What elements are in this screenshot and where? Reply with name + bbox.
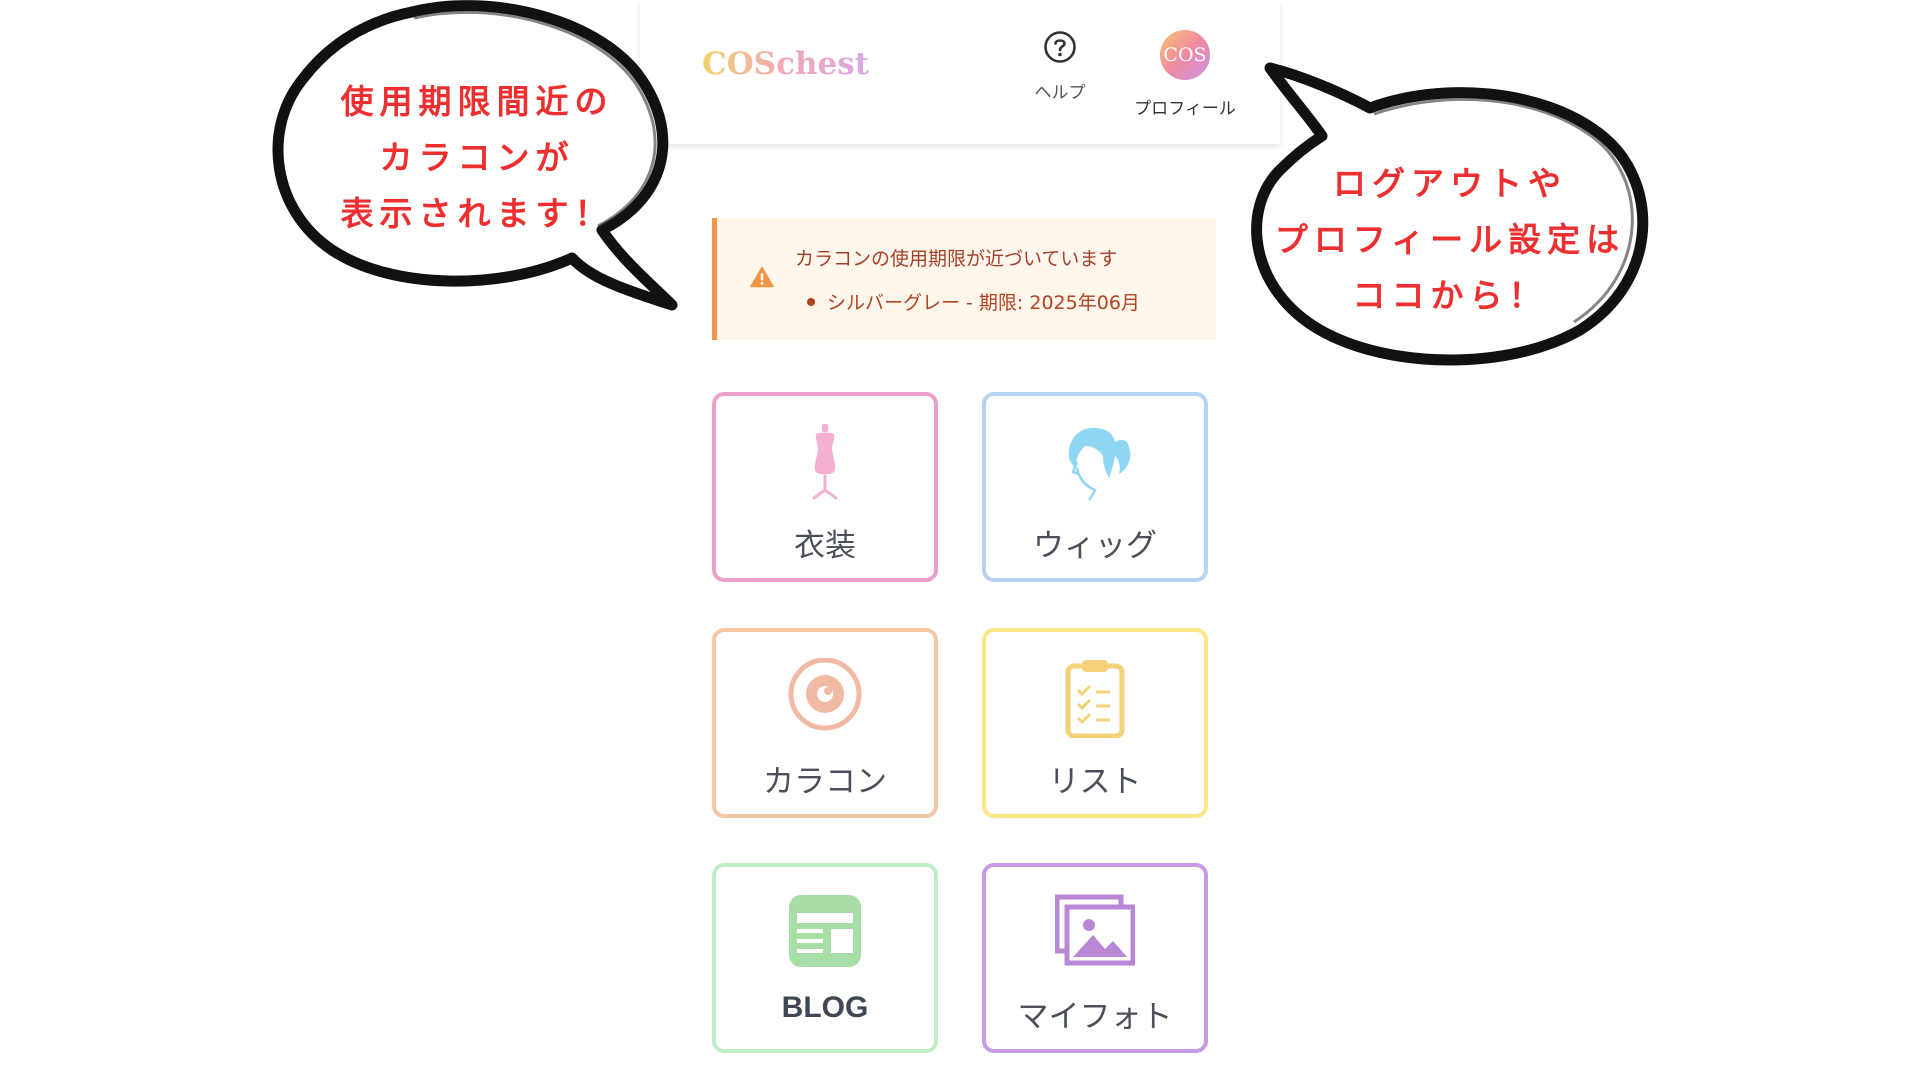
avatar[interactable]: COS (1160, 30, 1210, 80)
help-nav-button[interactable]: ヘルプ (1020, 30, 1100, 103)
annotation-bubble-right: ログアウトや プロフィール設定は ココから！ (1240, 60, 1660, 380)
dress-form-icon (716, 422, 934, 502)
annotation-line: 使用期限間近の (340, 82, 614, 121)
tile-costume[interactable]: 衣装 (712, 392, 938, 582)
profile-nav-button[interactable]: COS プロフィール (1120, 30, 1250, 119)
annotation-text-left: 使用期限間近の カラコンが 表示されます！ (312, 74, 642, 242)
annotation-line: ログアウトや (1333, 164, 1567, 203)
alert-title: カラコンの使用期限が近づいています (795, 248, 1118, 270)
tile-label: BLOG (781, 991, 869, 1024)
contact-lens-icon (716, 658, 934, 738)
tile-list[interactable]: リスト (982, 628, 1208, 818)
warning-icon (750, 266, 774, 292)
help-icon (1020, 30, 1100, 64)
wig-icon (986, 422, 1204, 502)
alert-item-text: シルバーグレー - 期限: 2025年06月 (827, 292, 1140, 314)
tile-label: ウィッグ (1033, 528, 1157, 564)
blog-icon (716, 893, 934, 973)
tile-blog[interactable]: BLOG (712, 863, 938, 1053)
tile-label: 衣装 (794, 528, 856, 564)
tile-contact-lens[interactable]: カラコン (712, 628, 938, 818)
annotation-line: 表示されます！ (340, 194, 614, 233)
annotation-bubble-left: 使用期限間近の カラコンが 表示されます！ (272, 0, 712, 320)
tile-label: カラコン (763, 764, 887, 800)
clipboard-checklist-icon (986, 658, 1204, 738)
help-label: ヘルプ (1034, 83, 1086, 103)
annotation-line: プロフィール設定は (1274, 220, 1626, 259)
expiry-alert: カラコンの使用期限が近づいています シルバーグレー - 期限: 2025年06月 (712, 218, 1216, 340)
app-header: COSchest ヘルプ COS プロフィール (640, 0, 1280, 144)
bullet-icon (807, 298, 815, 306)
annotation-line: カラコンが (379, 138, 575, 177)
photos-icon (986, 893, 1204, 973)
alert-list-item: シルバーグレー - 期限: 2025年06月 (795, 288, 1140, 315)
profile-label: プロフィール (1134, 99, 1236, 119)
tile-my-photos[interactable]: マイフォト (982, 863, 1208, 1053)
annotation-text-right: ログアウトや プロフィール設定は ココから！ (1250, 156, 1650, 324)
tile-wig[interactable]: ウィッグ (982, 392, 1208, 582)
annotation-line: ココから！ (1352, 276, 1548, 315)
app-logo[interactable]: COSchest (702, 46, 869, 82)
alert-list: シルバーグレー - 期限: 2025年06月 (795, 288, 1140, 315)
tile-label: リスト (1048, 764, 1142, 800)
tile-label: マイフォト (1017, 999, 1173, 1035)
